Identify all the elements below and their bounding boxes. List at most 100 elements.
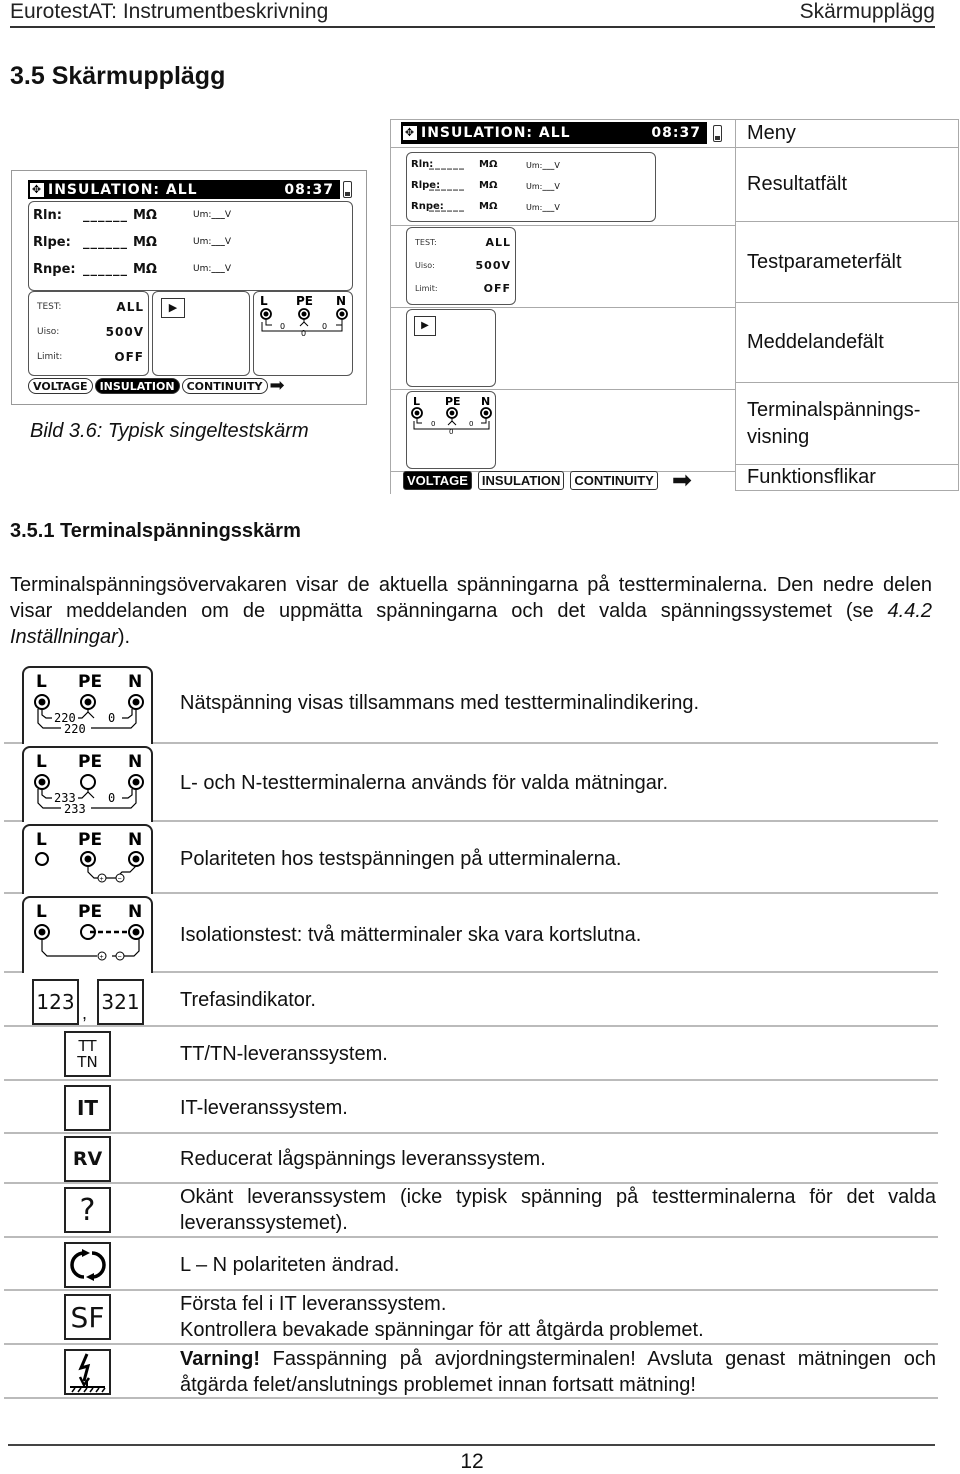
play-icon[interactable]: ▶ [414,316,436,336]
result-value: ______ [429,159,465,170]
table-row: SF Första fel i IT leveranssystem. Kontr… [4,1291,938,1345]
terminal-voltage-233-icon: L PE N 233 0 233 [22,746,153,822]
param-label: TEST: [415,238,437,247]
svg-text:N: N [128,672,142,692]
svg-text:−: − [118,954,122,961]
arrow-right-icon[interactable]: ➡ [672,469,692,493]
rv-system-icon: RV [64,1136,111,1182]
row-description: Okänt leveranssystem (icke typisk spänni… [180,1186,936,1234]
svg-text:L: L [260,294,268,308]
svg-text:0: 0 [469,420,473,428]
single-test-screen: ✥ INSULATION: ALL 08:37 Rln: ______ MΩ Um:_… [11,170,367,405]
terminal-polarity-icon: L PE N + − [22,824,153,894]
row-description: Polariteten hos testspänningen på utterm… [180,848,622,870]
figure-caption: Bild 3.6: Typisk singeltestskärm [30,420,309,442]
param-label: Uiso: [37,327,60,337]
subsection-title: 3.5.1 Terminalspänningsskärm [10,520,301,542]
result-row: Rln: ______ MΩ Um:___V [411,159,659,180]
svg-text:L: L [413,395,420,408]
first-fault-icon: SF [64,1294,111,1340]
param-label: Limit: [415,284,438,293]
terminal-voltage-field: L PE N 0 0 0 [406,391,496,469]
table-row: TT TN TT/TN-leveranssystem. [4,1027,938,1081]
um-readout: Um:___V [526,182,560,191]
play-icon[interactable]: ▶ [161,298,185,318]
svg-text:N: N [128,830,142,850]
annotation-terminal-voltage: Terminalspännings- visning [736,382,958,464]
svg-text:0: 0 [301,329,306,338]
row-description: L- och N-testterminalerna används för va… [180,772,669,794]
screen-time: 08:37 [284,181,334,198]
result-unit: MΩ [133,262,157,277]
svg-text:PE: PE [78,830,102,850]
row-description: TT/TN-leveranssystem. [180,1043,388,1065]
svg-text:PE: PE [78,902,102,922]
param-value: ALL [116,300,144,314]
result-label: Rnpe: [33,262,76,277]
row-description: Nätspänning visas tillsammans med testte… [180,692,700,714]
message-field: ▶ [152,291,250,376]
svg-text:N: N [128,902,142,922]
param-label: TEST: [37,302,62,312]
param-row: Uiso: 500V [37,325,144,339]
svg-text:PE: PE [78,752,102,772]
screen-title: INSULATION: ALL [421,125,571,141]
result-field: Rln: ______ MΩ Um:___V Rlpe: ______ MΩ Um:___V R… [28,201,353,291]
terminal-voltage-field: L PE N 0 0 0 [253,291,353,376]
svg-text:PE: PE [296,294,313,308]
svg-text:N: N [128,752,142,772]
row-description: Isolationstest: två mätterminaler ska va… [180,924,642,946]
um-readout: Um:___V [193,264,232,274]
param-value: 500V [475,259,511,272]
svg-text:220: 220 [64,722,86,736]
tab-continuity[interactable]: CONTINUITY [570,471,658,490]
tab-voltage[interactable]: VOLTAGE [28,378,93,394]
annotation-function-tabs: Funktionsflikar [736,464,958,491]
paragraph-text-end: ). [117,626,131,648]
table-row: L PE N + − Isolationstest: två mättermin… [4,894,938,973]
exploded-screen: ✥ INSULATION: ALL 08:37 Rln: ______ MΩ Um:_… [390,119,736,494]
annotation-menu: Meny [736,119,958,147]
row-description: L – N polariteten ändrad. [180,1254,400,1276]
result-field: Rln: ______ MΩ Um:___V Rlpe: ______ MΩ Um:___V R… [406,152,656,222]
annotation-result-field: Resultatfält [736,147,958,221]
paragraph-text: Terminalspänningsövervakaren visar de ak… [10,574,932,622]
tab-insulation[interactable]: INSULATION [477,471,565,490]
result-unit: MΩ [479,159,498,170]
terminal-short-icon: L PE N + − [22,896,153,973]
page-number: 12 [460,1450,484,1473]
table-row: Varning! Fasspänning på avjordningstermi… [4,1345,938,1399]
screen-title: INSULATION: ALL [48,181,198,198]
result-row: Rnpe: ______ MΩ Um:___V [33,262,356,289]
tab-voltage[interactable]: VOLTAGE [403,471,472,490]
result-value: ______ [83,262,128,277]
unknown-system-icon: ? [64,1187,111,1233]
result-unit: MΩ [133,235,157,250]
row-description-2: Kontrollera bevakade spänningar för att … [180,1319,704,1341]
result-value: ______ [83,208,128,223]
annotation-message-field: Meddelandefält [736,302,958,382]
function-tabs: VOLTAGE INSULATION CONTINUITY ➡ [403,469,692,493]
um-readout: Um:___V [193,237,232,247]
svg-text:PE: PE [78,672,102,692]
svg-text:0: 0 [108,711,115,725]
message-field: ▶ [406,309,496,387]
row-description: Reducerat lågspännings leveranssystem. [180,1148,546,1170]
row-description: Varning! Fasspänning på avjordningstermi… [180,1346,936,1398]
battery-icon [713,125,722,142]
result-unit: MΩ [479,180,498,191]
arrow-right-icon[interactable]: ➡ [270,377,285,395]
table-row: L PE N 220 0 220 Nätspänning visas tillsamman… [4,664,938,744]
result-row: Rnpe: ______ MΩ Um:___V [411,201,659,222]
battery-icon [343,181,352,198]
um-readout: Um:___V [193,210,232,220]
annotation-test-parameter-field: Testparameterfält [736,221,958,302]
result-unit: MΩ [479,201,498,212]
svg-text:0: 0 [322,322,327,331]
move-icon: ✥ [30,182,44,197]
screen-menu-bar: ✥ INSULATION: ALL 08:37 [28,180,340,199]
result-value: ______ [429,201,465,212]
svg-text:N: N [481,395,490,408]
tab-insulation[interactable]: INSULATION [94,378,180,394]
tab-continuity[interactable]: CONTINUITY [181,378,268,394]
